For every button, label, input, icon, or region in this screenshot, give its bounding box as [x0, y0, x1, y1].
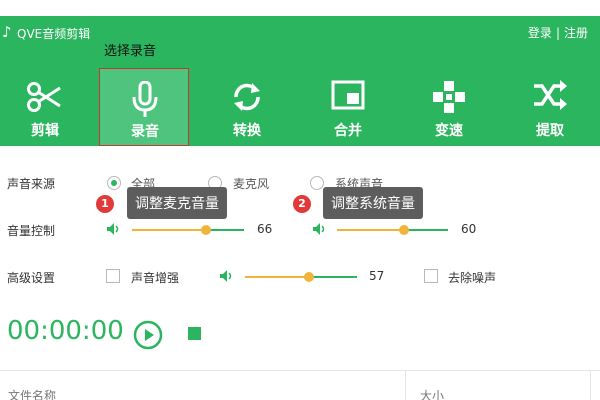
microphone-icon — [100, 81, 190, 117]
tool-extract[interactable]: 提取 — [505, 68, 595, 146]
speed-dpad-icon — [404, 80, 494, 116]
badge-1: 1 — [96, 195, 114, 213]
tool-speed[interactable]: 变速 — [404, 68, 494, 146]
col-file-name[interactable]: 文件名称 — [8, 387, 56, 400]
denoise-label: 去除噪声 — [448, 271, 497, 285]
enhance-slider[interactable] — [245, 272, 357, 282]
denoise-checkbox[interactable] — [424, 269, 438, 283]
tool-extract-label: 提取 — [536, 123, 564, 139]
play-icon[interactable] — [133, 320, 163, 350]
enhance-label: 声音增强 — [131, 271, 180, 285]
tool-convert[interactable]: 转换 — [202, 68, 292, 146]
login-link[interactable]: 登录 — [528, 26, 552, 40]
auth-links: 登录 | 注册 — [528, 24, 588, 41]
radio-mic-label: 麦克风 — [233, 177, 270, 191]
system-volume-knob[interactable] — [398, 225, 409, 235]
music-note-icon: ♪ — [2, 23, 12, 41]
tool-speed-label: 变速 — [435, 123, 463, 139]
tooltip-mic-volume: 调整麦克音量 — [127, 187, 227, 219]
file-list-header: 文件名称 大小 — [0, 370, 600, 400]
tooltip-system-volume: 调整系统音量 — [323, 187, 423, 219]
radio-all[interactable] — [107, 176, 121, 190]
mic-volume-value: 66 — [257, 222, 273, 236]
tool-merge[interactable]: 合并 — [303, 68, 393, 146]
stop-icon[interactable] — [188, 327, 201, 340]
column-divider — [590, 371, 591, 400]
tool-convert-label: 转换 — [233, 123, 261, 139]
tool-record[interactable]: 录音 — [99, 68, 189, 146]
speaker-icon[interactable] — [312, 222, 326, 236]
enhance-checkbox[interactable] — [106, 269, 120, 283]
merge-icon — [303, 80, 393, 116]
record-timer: 00:00:00 — [7, 316, 124, 346]
auth-separator: | — [555, 26, 560, 40]
source-label: 声音来源 — [7, 177, 56, 191]
mic-volume-slider[interactable] — [132, 225, 244, 235]
col-size[interactable]: 大小 — [420, 387, 444, 400]
column-divider — [405, 371, 406, 400]
system-volume-fill — [337, 229, 404, 231]
enhance-knob[interactable] — [303, 272, 314, 282]
speaker-icon[interactable] — [106, 222, 120, 236]
app-window: ♪ QVE音频剪辑 登录 | 注册 剪辑 录音 转换 合并 变速 提取 选择录音… — [0, 0, 600, 400]
radio-system[interactable] — [310, 176, 324, 190]
convert-arrows-icon — [202, 80, 292, 116]
tool-cut-label: 剪辑 — [31, 123, 59, 139]
tool-merge-label: 合并 — [334, 123, 362, 139]
enhance-value: 57 — [369, 269, 385, 283]
select-record-callout: 选择录音 — [104, 44, 157, 59]
tool-record-label: 录音 — [131, 124, 159, 140]
register-link[interactable]: 注册 — [564, 26, 588, 40]
header: ♪ QVE音频剪辑 登录 | 注册 剪辑 录音 转换 合并 变速 提取 — [0, 16, 600, 146]
advanced-label: 高级设置 — [7, 271, 56, 285]
shuffle-icon — [505, 80, 595, 116]
system-volume-slider[interactable] — [337, 225, 448, 235]
system-volume-value: 60 — [461, 222, 477, 236]
badge-2: 2 — [293, 195, 311, 213]
enhance-fill — [245, 276, 309, 278]
title-bar: ♪ QVE音频剪辑 登录 | 注册 — [0, 16, 600, 48]
app-title: QVE音频剪辑 — [17, 27, 91, 41]
mic-volume-fill — [132, 229, 206, 231]
volume-label: 音量控制 — [7, 224, 56, 238]
speaker-icon[interactable] — [219, 269, 233, 283]
tool-cut[interactable]: 剪辑 — [0, 68, 90, 146]
scissors-icon — [0, 80, 90, 116]
mic-volume-knob[interactable] — [200, 225, 211, 235]
